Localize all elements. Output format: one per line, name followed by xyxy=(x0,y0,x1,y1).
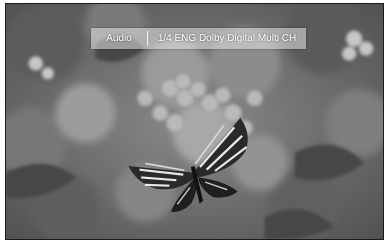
video-screen: Audio 1/4 ENG Dolby Digital Multi CH xyxy=(0,0,390,244)
video-frame: Audio 1/4 ENG Dolby Digital Multi CH xyxy=(5,3,384,240)
osd-audio-label: Audio xyxy=(106,33,132,44)
osd-audio-track-value: 1/4 ENG Dolby Digital Multi CH xyxy=(157,33,297,44)
audio-osd-bar: Audio 1/4 ENG Dolby Digital Multi CH xyxy=(91,28,306,49)
